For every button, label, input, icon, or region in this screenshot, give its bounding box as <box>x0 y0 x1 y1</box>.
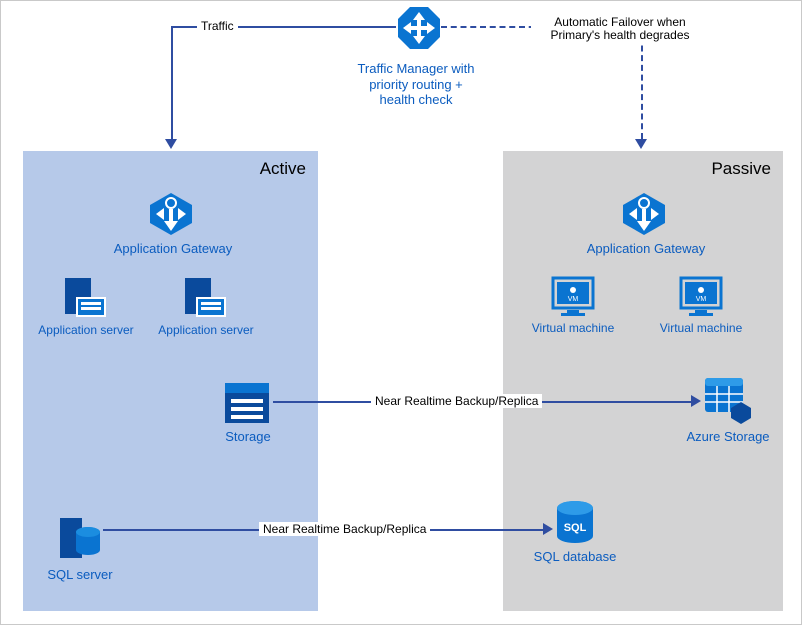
passive-vm-1-label: Virtual machine <box>521 321 625 335</box>
active-storage-icon <box>223 381 271 425</box>
edge-backup-sql-arrow <box>543 523 553 535</box>
passive-vm-2-label: Virtual machine <box>649 321 753 335</box>
active-sql-server-icon <box>58 516 102 564</box>
edge-traffic-label: Traffic <box>197 19 238 33</box>
passive-region-title: Passive <box>711 159 771 179</box>
passive-azure-storage-label: Azure Storage <box>683 429 773 445</box>
passive-app-gateway-icon <box>621 191 667 237</box>
edge-backup-storage-arrow <box>691 395 701 407</box>
passive-sql-database-label: SQL database <box>529 549 621 565</box>
active-sql-server-label: SQL server <box>45 567 115 583</box>
passive-vm-1-icon: VM <box>551 276 595 318</box>
active-app-server-1-label: Application server <box>31 323 141 337</box>
active-app-server-2-icon <box>183 276 227 320</box>
svg-text:VM: VM <box>568 296 579 303</box>
active-storage-label: Storage <box>213 429 283 445</box>
edge-backup-sql-label: Near Realtime Backup/Replica <box>259 522 430 536</box>
svg-text:VM: VM <box>696 296 707 303</box>
edge-traffic-v <box>171 26 173 139</box>
edge-backup-storage-label: Near Realtime Backup/Replica <box>371 394 542 408</box>
active-region-title: Active <box>260 159 306 179</box>
passive-app-gateway-label: Application Gateway <box>581 241 711 257</box>
active-app-gateway-icon <box>148 191 194 237</box>
traffic-manager-label: Traffic Manager with priority routing + … <box>356 61 476 108</box>
active-app-gateway-label: Application Gateway <box>113 241 233 257</box>
svg-text:SQL: SQL <box>564 522 587 534</box>
diagram-canvas: Traffic Manager with priority routing + … <box>0 0 802 625</box>
edge-traffic-arrow <box>165 139 177 149</box>
passive-region: Passive Application Gateway VM <box>503 151 783 611</box>
passive-vm-2-icon: VM <box>679 276 723 318</box>
edge-failover-label: Automatic Failover when Primary's health… <box>531 16 709 42</box>
passive-sql-database-icon: SQL <box>553 499 597 547</box>
active-app-server-2-label: Application server <box>151 323 261 337</box>
active-region: Active Application Gateway <box>23 151 318 611</box>
passive-azure-storage-icon <box>703 376 753 424</box>
edge-failover-v <box>641 26 643 139</box>
traffic-manager-icon <box>396 5 441 50</box>
active-app-server-1-icon <box>63 276 107 320</box>
edge-failover-arrow <box>635 139 647 149</box>
